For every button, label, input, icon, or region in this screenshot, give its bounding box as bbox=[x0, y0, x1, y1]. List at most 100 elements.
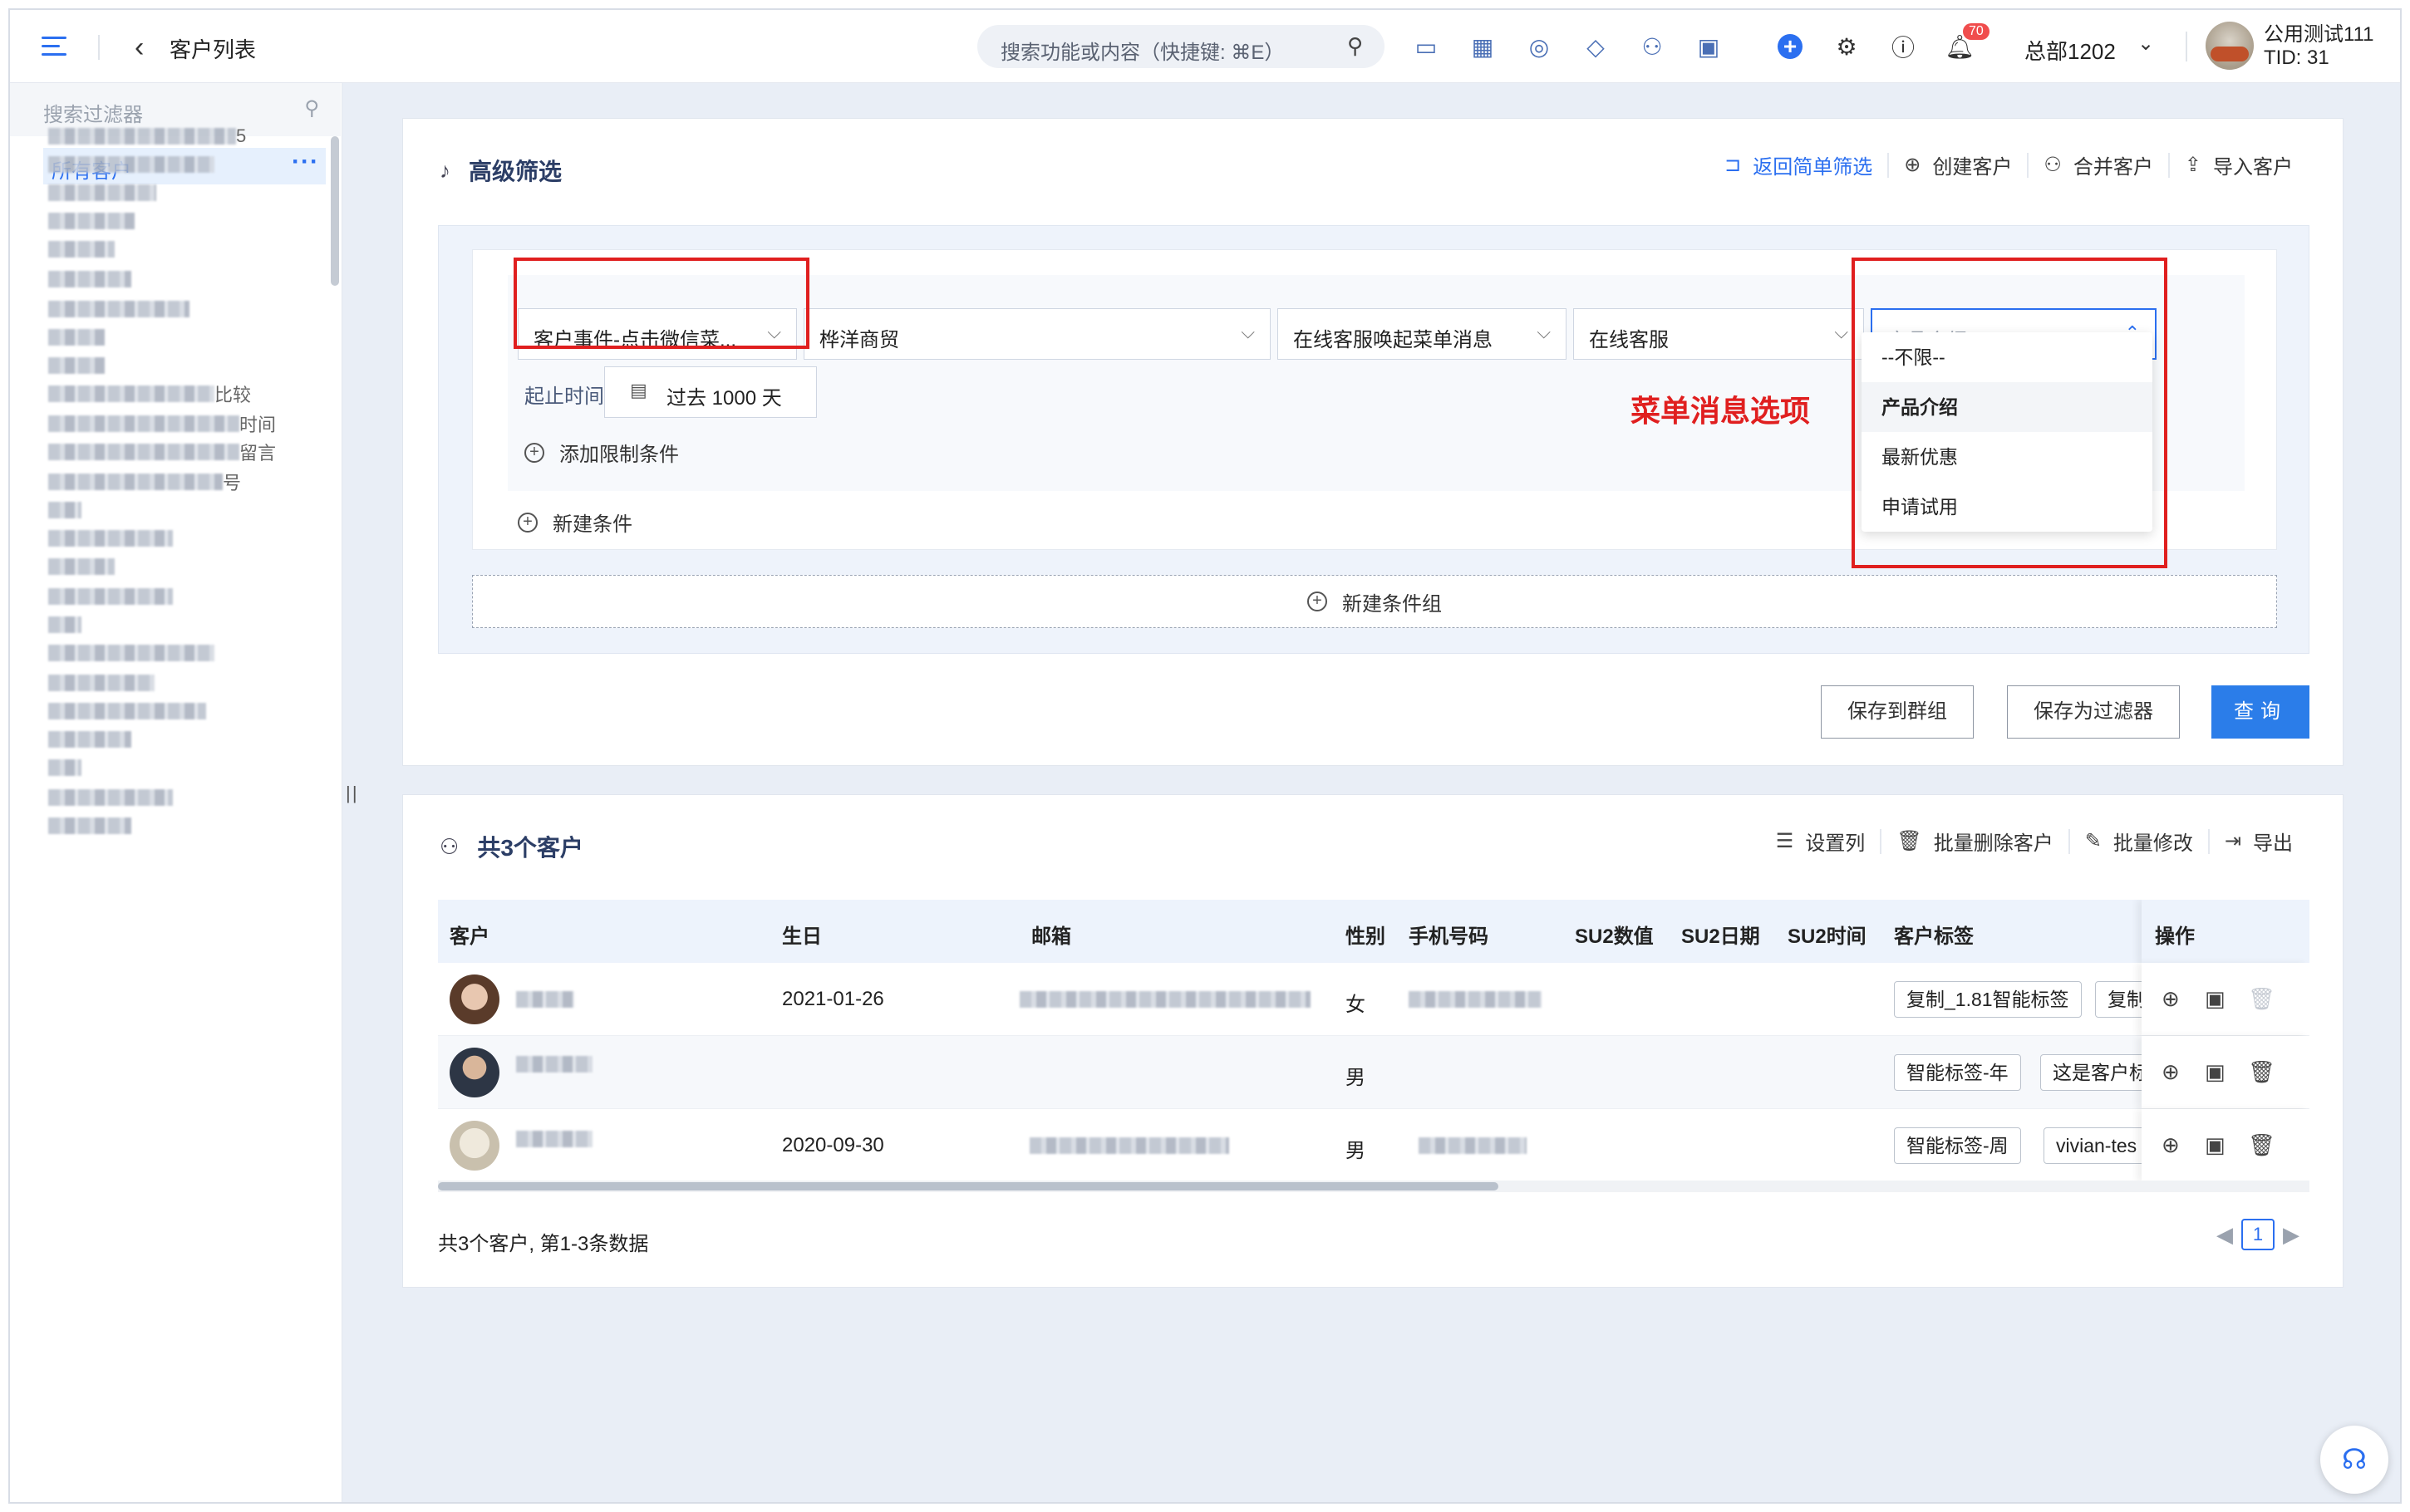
view-icon[interactable]: ▣ bbox=[2205, 986, 2226, 1012]
prev-page-icon[interactable]: ◀ bbox=[2216, 1222, 2233, 1248]
highlight-box bbox=[1852, 258, 2167, 568]
trash-icon[interactable]: 🗑︎ bbox=[2248, 1132, 2275, 1158]
plus-circle-icon[interactable]: ⊕ bbox=[2162, 1059, 2180, 1085]
sidebar-item[interactable] bbox=[48, 354, 105, 377]
date-range-picker[interactable]: ▤ 过去 1000 天 bbox=[604, 366, 817, 418]
channel-select[interactable]: 在线客服 ⌵ bbox=[1573, 308, 1864, 360]
new-condition-button[interactable]: + 新建条件 bbox=[518, 508, 632, 537]
trash-icon[interactable]: 🗑︎ bbox=[2248, 986, 2275, 1012]
table-row[interactable]: 2020-09-30 男 智能标签-周 vivian-tes ⊕ ▣ 🗑︎ bbox=[438, 1109, 2309, 1182]
sidebar-item[interactable] bbox=[48, 585, 173, 608]
sidebar-item[interactable] bbox=[48, 814, 131, 837]
customer-avatar[interactable] bbox=[450, 1048, 499, 1097]
sidebar-item[interactable]: 留言 bbox=[48, 440, 276, 464]
calendar-icon[interactable]: ▣ bbox=[1680, 33, 1737, 61]
qrcode-icon[interactable]: ▦ bbox=[1454, 33, 1511, 61]
table-horizontal-scrollbar[interactable] bbox=[438, 1181, 2309, 1192]
bell-icon[interactable]: 🔔︎ 70 bbox=[1931, 22, 1989, 61]
batch-edit-button[interactable]: ✎ 批量修改 bbox=[2070, 827, 2208, 856]
column-header[interactable]: 生日 bbox=[782, 920, 822, 949]
menu-toggle-icon[interactable] bbox=[42, 37, 66, 56]
sidebar-item[interactable] bbox=[48, 326, 105, 349]
page-number[interactable]: 1 bbox=[2241, 1219, 2275, 1250]
batch-delete-button[interactable]: 🗑︎ 批量删除客户 bbox=[1881, 827, 2068, 856]
user-circle-icon[interactable]: ◎ bbox=[1511, 33, 1567, 61]
sidebar-item[interactable] bbox=[48, 527, 173, 550]
column-header[interactable]: SU2时间 bbox=[1788, 920, 1867, 949]
view-icon[interactable]: ▣ bbox=[2205, 1132, 2226, 1158]
view-icon[interactable]: ▣ bbox=[2205, 1059, 2226, 1085]
new-condition-group-button[interactable]: + 新建条件组 bbox=[472, 575, 2277, 628]
column-header[interactable]: 客户 bbox=[450, 920, 489, 949]
user-avatar[interactable] bbox=[2206, 22, 2254, 70]
sidebar-item[interactable]: 号 bbox=[48, 470, 241, 493]
customer-name[interactable] bbox=[516, 1131, 593, 1147]
customer-name[interactable] bbox=[516, 991, 574, 1008]
message-icon[interactable]: ▭ bbox=[1398, 33, 1454, 61]
query-button[interactable]: 查询 bbox=[2211, 685, 2309, 739]
column-header[interactable]: 性别 bbox=[1345, 920, 1385, 949]
sidebar-item[interactable] bbox=[48, 498, 81, 522]
column-header[interactable]: 手机号码 bbox=[1409, 920, 1488, 949]
customer-avatar[interactable] bbox=[450, 1121, 499, 1171]
support-headset-icon[interactable]: ☊ bbox=[2320, 1426, 2388, 1494]
search-icon[interactable]: ⚲ bbox=[304, 96, 319, 120]
sidebar-item[interactable]: 比较 bbox=[48, 382, 251, 405]
save-to-group-button[interactable]: 保存到群组 bbox=[1821, 685, 1974, 739]
sidebar-item[interactable]: 时间 bbox=[48, 412, 276, 435]
column-header[interactable]: 客户标签 bbox=[1894, 920, 1974, 949]
create-customer-button[interactable]: ⊕ 创建客户 bbox=[1889, 150, 2027, 179]
scroll-thumb[interactable] bbox=[438, 1182, 1498, 1190]
add-icon[interactable]: + bbox=[1762, 33, 1818, 60]
resize-handle-icon[interactable]: | | bbox=[346, 783, 357, 804]
sidebar-item[interactable] bbox=[48, 700, 206, 723]
table-summary: 共3个客户, 第1-3条数据 bbox=[438, 1233, 649, 1255]
plus-circle-icon[interactable]: ⊕ bbox=[2162, 986, 2180, 1012]
sidebar-item[interactable] bbox=[48, 756, 81, 779]
search-icon[interactable]: ⚲ bbox=[1347, 33, 1363, 59]
back-to-simple-filter-button[interactable]: ⊐ 返回简单筛选 bbox=[1709, 150, 1887, 179]
plus-circle-icon[interactable]: ⊕ bbox=[2162, 1132, 2180, 1158]
customer-avatar[interactable] bbox=[450, 974, 499, 1024]
table-row[interactable]: 2021-01-26 女 复制_1.81智能标签 复制 ⊕ ▣ 🗑︎ bbox=[438, 963, 2309, 1036]
account-select[interactable]: 桦洋商贸 ⌵ bbox=[804, 308, 1271, 360]
sidebar-item[interactable] bbox=[48, 268, 131, 291]
tag-icon[interactable]: ◇ bbox=[1567, 33, 1624, 61]
table-row[interactable]: 男 智能标签-年 这是客户标 ⊕ ▣ 🗑︎ bbox=[438, 1036, 2309, 1109]
more-icon[interactable]: ··· bbox=[292, 148, 319, 176]
back-arrow-icon[interactable]: ‹ bbox=[135, 32, 144, 64]
sidebar-scrollbar[interactable] bbox=[331, 136, 339, 286]
contacts-icon[interactable]: ⚇ bbox=[1624, 33, 1680, 61]
sidebar-item[interactable] bbox=[48, 209, 135, 233]
trash-icon[interactable]: 🗑︎ bbox=[2248, 1059, 2275, 1085]
sidebar-item[interactable] bbox=[48, 641, 214, 665]
set-columns-button[interactable]: ☰ 设置列 bbox=[1761, 827, 1881, 856]
org-selector[interactable]: 总部1202 bbox=[2024, 35, 2116, 66]
sidebar-item[interactable]: 5 bbox=[48, 125, 246, 148]
column-header[interactable]: SU2数值 bbox=[1575, 920, 1654, 949]
sidebar-item[interactable] bbox=[48, 555, 115, 578]
sidebar-item[interactable] bbox=[48, 181, 156, 204]
next-page-icon[interactable]: ▶ bbox=[2283, 1222, 2299, 1248]
add-limit-condition-button[interactable]: + 添加限制条件 bbox=[524, 438, 679, 467]
sidebar-item[interactable] bbox=[48, 613, 81, 636]
export-button[interactable]: ⇥ 导出 bbox=[2210, 827, 2308, 856]
sidebar-item-blurred-label bbox=[48, 128, 236, 145]
chevron-down-icon[interactable]: ⌄ bbox=[2137, 32, 2154, 56]
sidebar-item[interactable] bbox=[48, 238, 115, 261]
customer-name[interactable] bbox=[516, 1056, 593, 1073]
global-search-input[interactable]: 搜索功能或内容（快捷键: ⌘E） ⚲ bbox=[977, 25, 1385, 68]
save-as-filter-button[interactable]: 保存为过滤器 bbox=[2007, 685, 2180, 739]
sidebar-item[interactable] bbox=[48, 297, 189, 321]
sidebar-item[interactable] bbox=[48, 671, 155, 695]
sidebar-item[interactable] bbox=[48, 728, 131, 751]
sidebar-item[interactable] bbox=[48, 786, 173, 809]
sidebar-item[interactable] bbox=[48, 153, 214, 176]
import-customer-button[interactable]: ⇪ 导入客户 bbox=[2170, 150, 2308, 179]
column-header[interactable]: 邮箱 bbox=[1031, 920, 1071, 949]
merge-customer-button[interactable]: ⚇ 合并客户 bbox=[2029, 150, 2168, 179]
event-type-select[interactable]: 在线客服唤起菜单消息 ⌵ bbox=[1277, 308, 1566, 360]
help-icon[interactable]: ⓘ bbox=[1875, 30, 1931, 63]
column-header[interactable]: SU2日期 bbox=[1681, 920, 1760, 949]
gear-icon[interactable]: ⚙ bbox=[1818, 33, 1875, 61]
